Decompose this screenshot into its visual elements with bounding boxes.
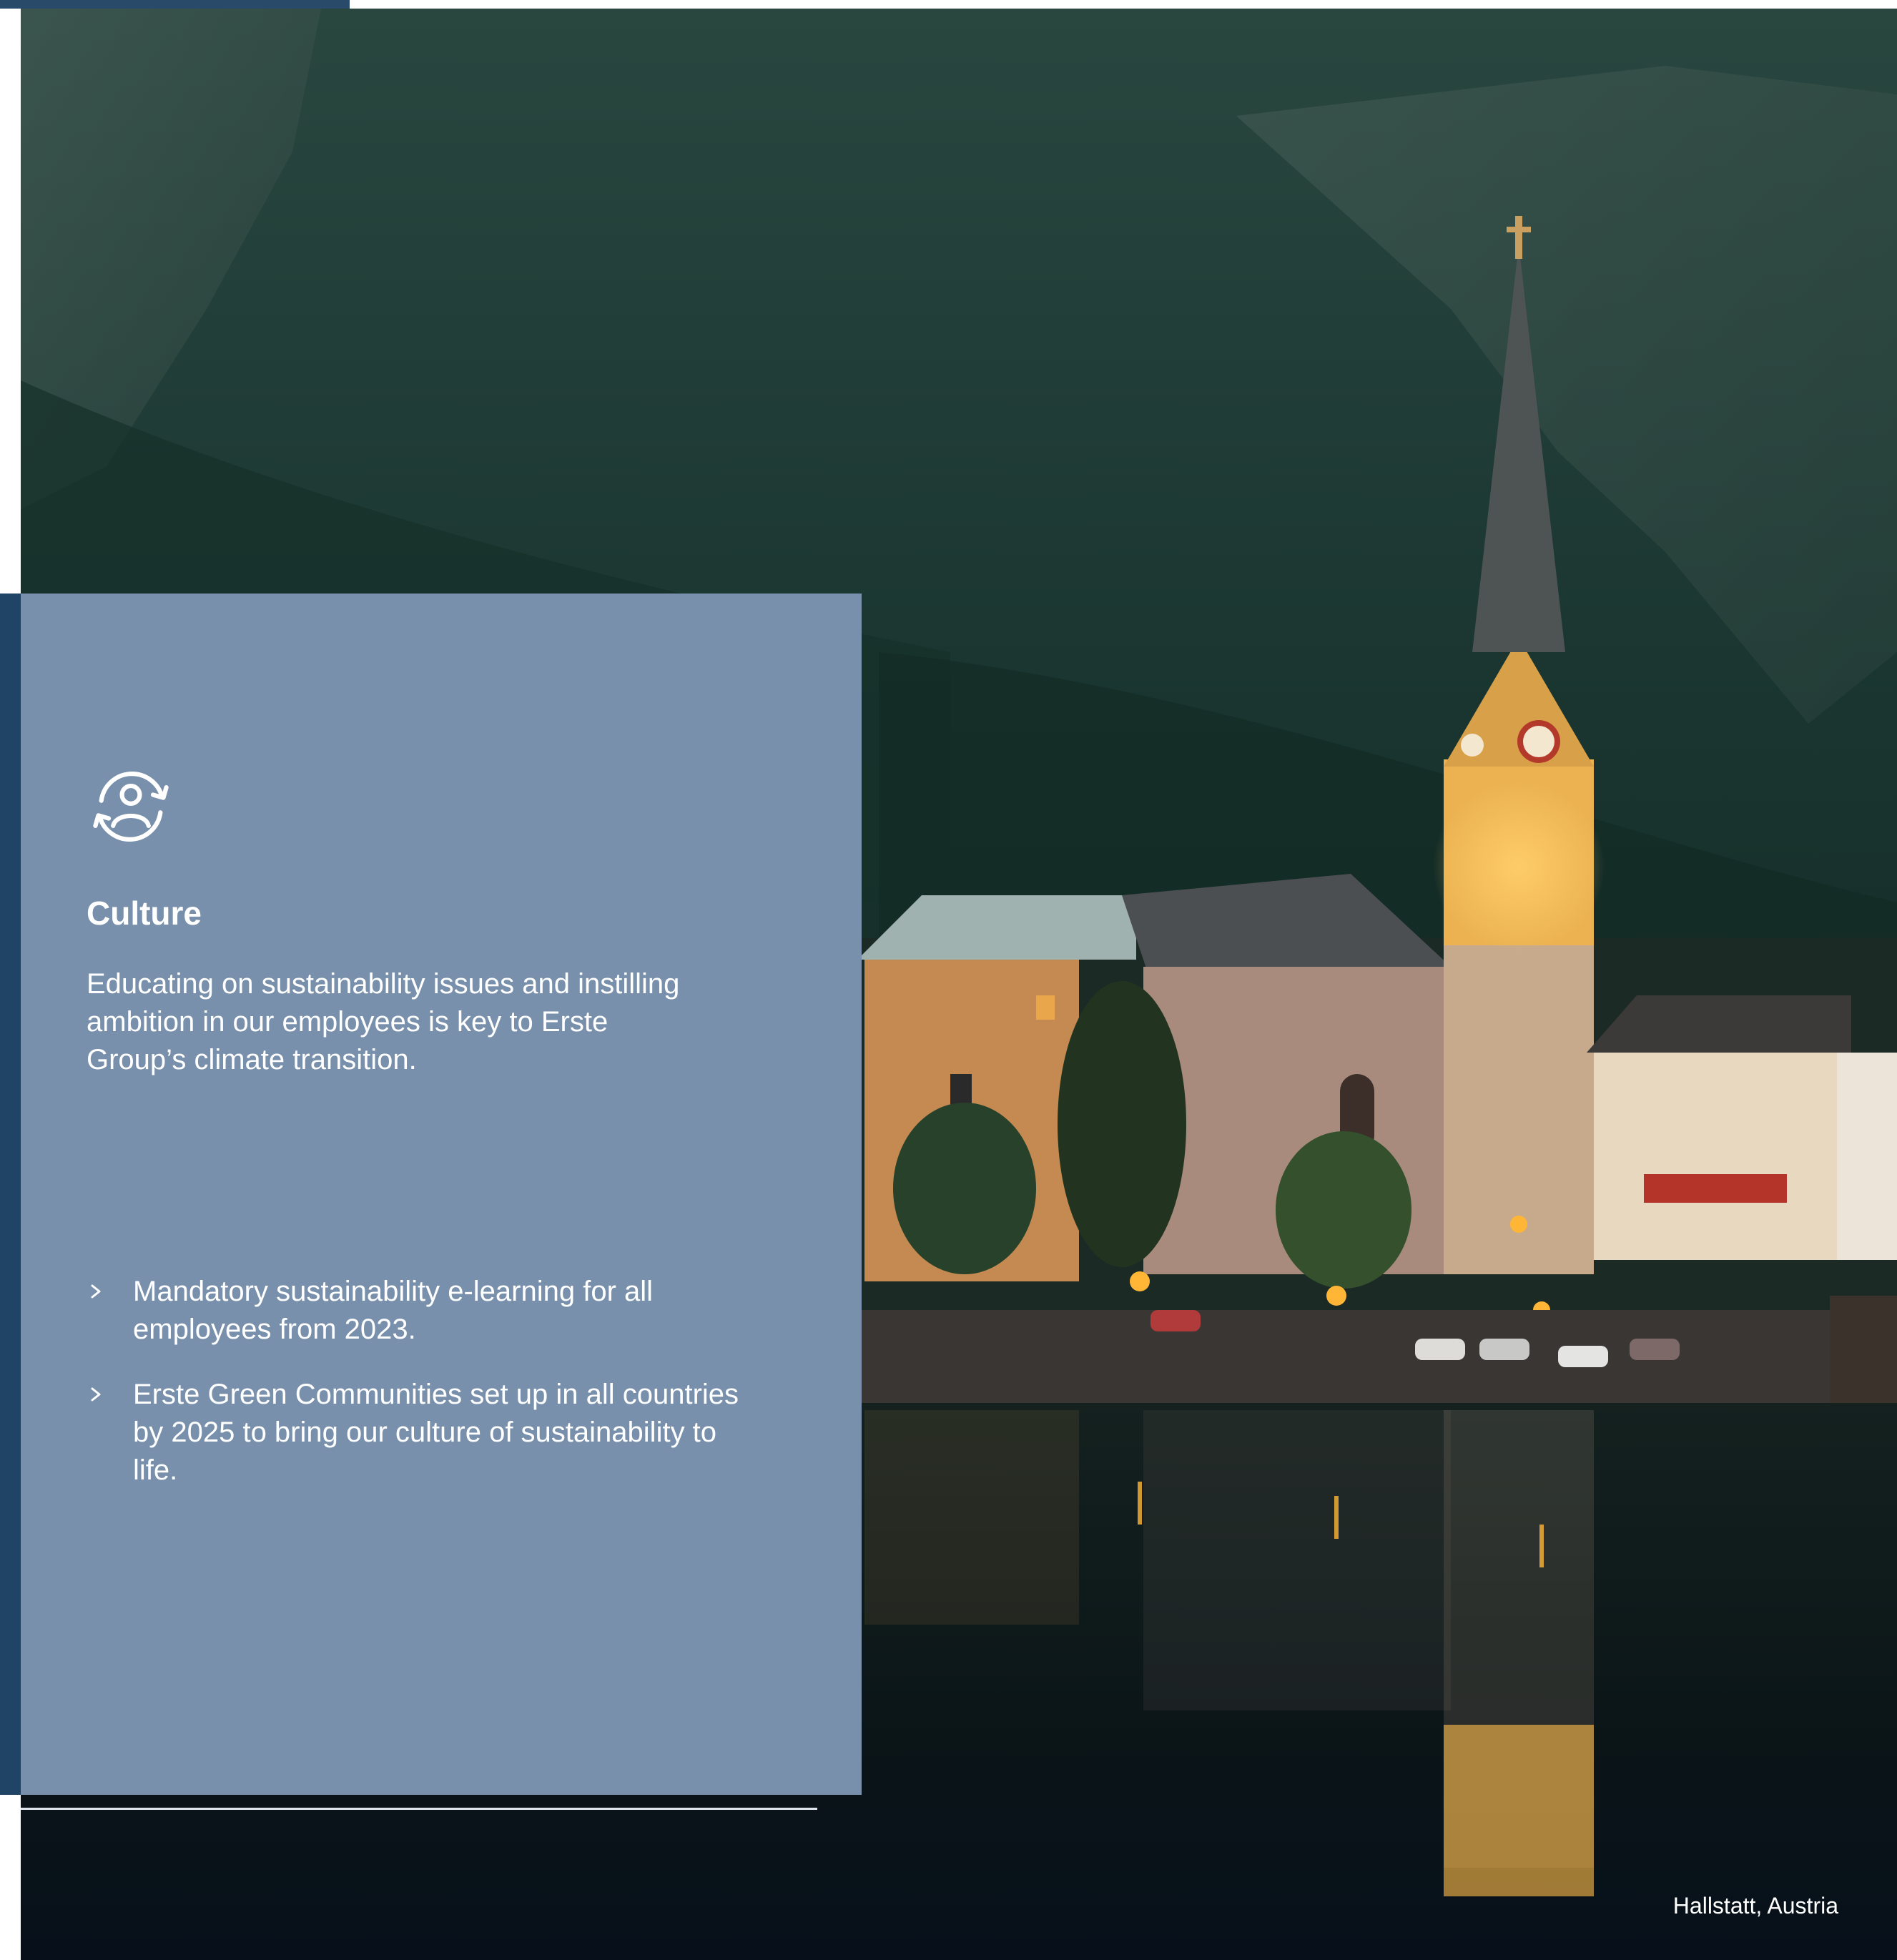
top-accent-bar xyxy=(0,0,350,9)
photo-caption: Hallstatt, Austria xyxy=(1672,1893,1838,1919)
bullet-text: Erste Green Communities set up in all co… xyxy=(133,1379,739,1486)
culture-panel: Culture Educating on sustainability issu… xyxy=(21,594,862,1810)
left-accent-strip xyxy=(0,594,21,1795)
bullet-text: Mandatory sustainability e-learning for … xyxy=(133,1276,654,1345)
person-refresh-icon xyxy=(93,772,169,842)
bullet-item: Mandatory sustainability e-learning for … xyxy=(87,1273,744,1349)
panel-lead-text: Educating on sustainability issues and i… xyxy=(87,968,680,1075)
chevron-right-icon xyxy=(91,1387,101,1402)
panel-title: Culture xyxy=(87,895,202,932)
bullet-item: Erste Green Communities set up in all co… xyxy=(87,1376,744,1489)
chevron-right-icon xyxy=(91,1284,101,1299)
bullet-list: Mandatory sustainability e-learning for … xyxy=(87,1273,744,1517)
panel-divider xyxy=(21,1808,817,1810)
